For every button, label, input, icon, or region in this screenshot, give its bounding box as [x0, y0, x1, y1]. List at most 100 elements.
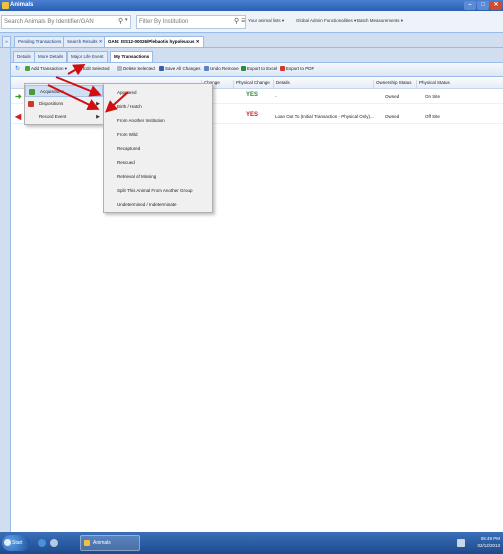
- global-admin-menu[interactable]: Global Admin Functionalities ▾: [296, 18, 356, 24]
- edit-selected-button[interactable]: Edit Selected: [77, 66, 110, 71]
- tab-pending-transactions[interactable]: Pending Transactions: [14, 36, 66, 47]
- transactions-grid: Change Physical Change Details Ownership…: [11, 77, 503, 532]
- app-icon: [84, 540, 90, 546]
- search-bar: Search Animals By Identifier/GAN ⚲ ▾ Fil…: [0, 11, 503, 33]
- search-icon[interactable]: ⚲: [234, 17, 239, 25]
- undo-remove-button[interactable]: Undo Remove: [204, 66, 239, 71]
- animal-lists-menu[interactable]: Your animal lists ▾: [248, 18, 284, 24]
- export-excel-button[interactable]: Export to Excel: [241, 66, 277, 71]
- ownership-status-value: Owned: [385, 114, 400, 119]
- pdf-icon: [280, 66, 285, 71]
- minimize-button[interactable]: –: [464, 1, 476, 10]
- explorer-icon[interactable]: [50, 539, 58, 547]
- close-button[interactable]: ✕: [490, 1, 502, 10]
- chevron-down-icon[interactable]: ▾: [125, 17, 128, 23]
- add-transaction-menu: Acquisitions ▶ Dispositions ▶ Record Eve…: [24, 83, 104, 125]
- undo-remove-label: Undo Remove: [210, 66, 239, 71]
- tab-major-life-event[interactable]: Major Life Event: [67, 51, 108, 62]
- maximize-button[interactable]: □: [477, 1, 489, 10]
- clock-time: 05:49 PM: [480, 536, 500, 541]
- physical-change-value: YES: [246, 112, 259, 118]
- window-controls: – □ ✕: [464, 1, 502, 10]
- export-excel-label: Export to Excel: [247, 66, 278, 71]
- search-icon[interactable]: ⚲: [118, 17, 123, 25]
- menu-item-split-animal[interactable]: Split This Animal From Another Group: [104, 184, 212, 197]
- delete-selected-label: Delete Selected: [123, 66, 155, 71]
- delete-selected-button[interactable]: Delete Selected: [117, 66, 155, 71]
- details-value: Loan Out To (Initial Transaction - Physi…: [275, 114, 374, 119]
- column-header-ownership-status[interactable]: Ownership Status: [373, 80, 412, 88]
- app-icon: [2, 2, 9, 9]
- windows-taskbar: Start Animals 05:49 PM 02/12/2013: [0, 532, 503, 554]
- tab-gan-record[interactable]: GAN: ISS12-00026/Plebaotis hypoleucus ✕: [104, 36, 204, 47]
- column-header-physical-change[interactable]: Physical Change: [233, 80, 270, 88]
- animal-search-input[interactable]: Search Animals By Identifier/GAN: [1, 15, 131, 29]
- menu-item-from-another-institution[interactable]: From Another Institution: [104, 114, 212, 127]
- arrow-left-icon: ◀: [15, 112, 22, 121]
- ownership-status-value: Owned: [385, 94, 400, 99]
- transactions-toolbar: ↻ Add Transaction ▾ Edit Selected Delete…: [11, 63, 503, 77]
- add-icon: [25, 66, 30, 71]
- tab-my-transactions[interactable]: My Transactions: [110, 51, 154, 62]
- tab-details[interactable]: Details: [13, 51, 35, 62]
- add-transaction-label: Add Transaction ▾: [31, 66, 68, 71]
- system-clock[interactable]: 05:49 PM 02/12/2013: [477, 535, 500, 549]
- column-header-details[interactable]: Details: [273, 80, 290, 88]
- menu-item-appeared[interactable]: Appeared: [104, 86, 212, 99]
- menu-item-rescued[interactable]: Rescued: [104, 156, 212, 169]
- tab-more-details[interactable]: More Details: [34, 51, 68, 62]
- delete-icon: [117, 66, 122, 71]
- collapse-icon[interactable]: »: [2, 36, 11, 47]
- column-header-physical-status[interactable]: Physical Status: [416, 80, 450, 88]
- acquisitions-icon: [29, 89, 35, 95]
- start-button[interactable]: Start: [2, 535, 30, 551]
- export-pdf-button[interactable]: Export to PDF: [280, 66, 314, 71]
- sub-tab-bar: Details More Details Major Life Event My…: [11, 48, 503, 63]
- menu-item-acquisitions[interactable]: Acquisitions ▶: [25, 85, 103, 97]
- save-all-changes-label: Save All Changes: [165, 66, 201, 71]
- ie-icon[interactable]: [38, 539, 46, 547]
- edit-icon: [77, 66, 82, 71]
- window-titlebar: Animals – □ ✕: [0, 0, 503, 11]
- dispositions-icon: [28, 101, 34, 107]
- batch-measurements-menu[interactable]: Batch Measurements ▾: [357, 18, 403, 24]
- acquisitions-submenu: Appeared Birth / Hatch From Another Inst…: [103, 83, 213, 213]
- excel-icon: [241, 66, 246, 71]
- arrow-right-icon: ➜: [15, 92, 22, 101]
- start-label: Start: [12, 540, 23, 546]
- submenu-arrow-icon: ▶: [96, 114, 100, 120]
- undo-icon: [204, 66, 209, 71]
- taskbar-app-animals[interactable]: Animals: [80, 535, 140, 551]
- main-tab-bar: » Pending Transactions Search Results ✕ …: [0, 33, 503, 48]
- menu-item-undetermined[interactable]: Undetermined / Indeterminate: [104, 198, 212, 211]
- refresh-icon[interactable]: ↻: [15, 65, 20, 72]
- tray-icon[interactable]: [457, 539, 465, 547]
- window-title: Animals: [10, 2, 34, 8]
- menu-item-birth-hatch[interactable]: Birth / Hatch: [104, 100, 212, 113]
- details-value: -: [275, 94, 277, 99]
- submenu-arrow-icon: ▶: [96, 101, 100, 107]
- menu-item-label: Acquisitions: [40, 89, 65, 94]
- physical-change-value: YES: [246, 92, 259, 98]
- menu-item-from-wild[interactable]: From Wild: [104, 128, 212, 141]
- save-icon: [159, 66, 164, 71]
- left-collapse-strip[interactable]: [0, 48, 11, 532]
- add-transaction-button[interactable]: Add Transaction ▾: [25, 66, 67, 72]
- menu-item-label: Dispositions: [39, 101, 64, 106]
- save-all-changes-button[interactable]: Save All Changes: [159, 66, 201, 71]
- edit-selected-label: Edit Selected: [83, 66, 110, 71]
- tab-search-results[interactable]: Search Results ✕: [63, 36, 107, 47]
- physical-status-value: Off Site: [425, 114, 440, 119]
- taskbar-app-label: Animals: [93, 540, 111, 546]
- windows-logo-icon: [4, 539, 11, 546]
- institution-filter-input[interactable]: Filter By Institution: [136, 15, 246, 29]
- menu-item-recaptured[interactable]: Recaptured: [104, 142, 212, 155]
- list-icon: ☰: [241, 18, 246, 24]
- menu-item-record-event[interactable]: Record Event ▶: [25, 111, 103, 123]
- export-pdf-label: Export to PDF: [286, 66, 315, 71]
- menu-item-retrieval-of-missing[interactable]: Retrieval of Missing: [104, 170, 212, 183]
- clock-date: 02/12/2013: [477, 543, 500, 548]
- menu-item-dispositions[interactable]: Dispositions ▶: [25, 98, 103, 110]
- menu-item-label: Record Event: [39, 114, 67, 119]
- submenu-arrow-icon: ▶: [95, 89, 99, 95]
